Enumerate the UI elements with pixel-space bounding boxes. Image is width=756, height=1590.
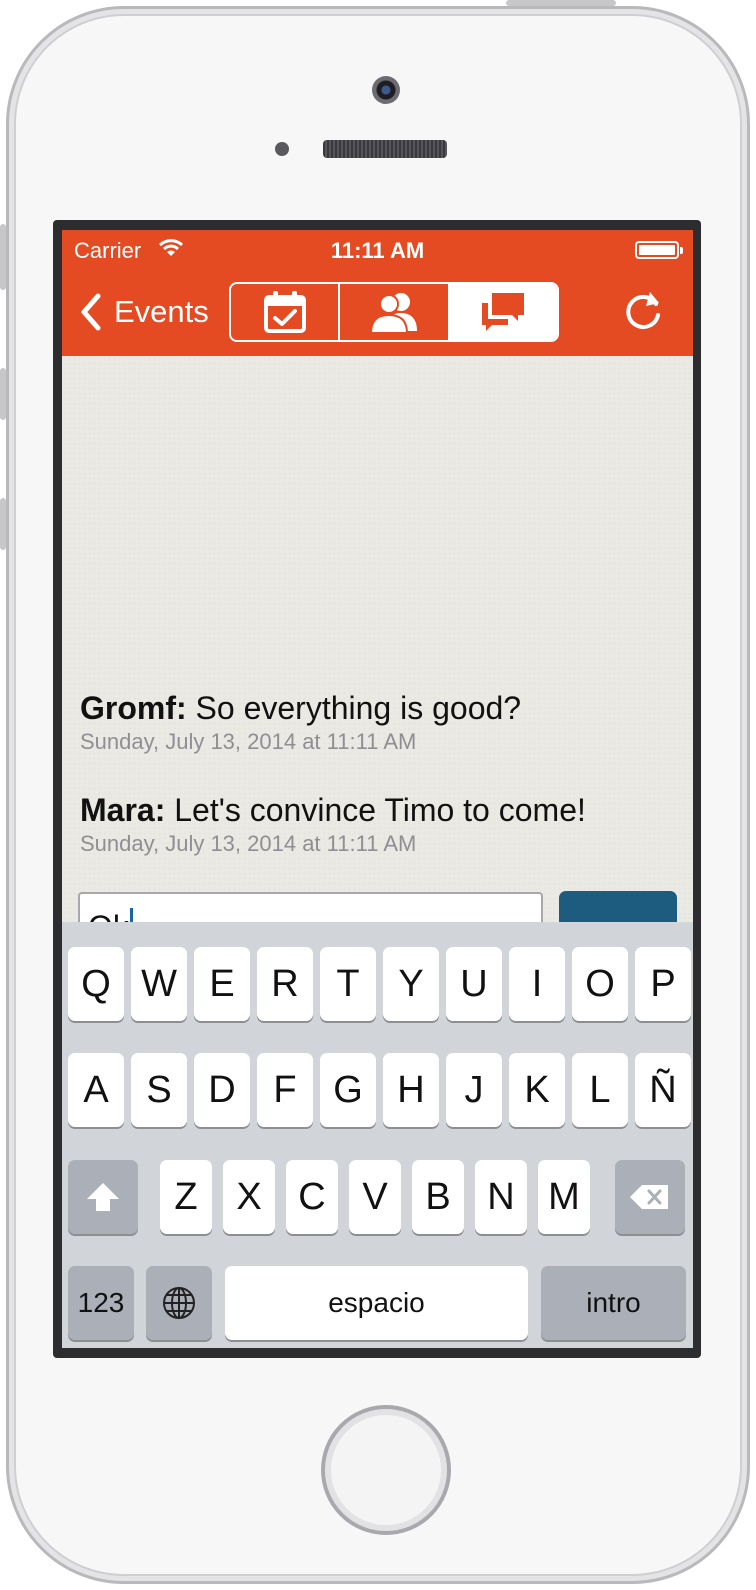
key-k[interactable]: K: [509, 1053, 565, 1127]
key-h[interactable]: H: [383, 1053, 439, 1127]
key-n-tilde[interactable]: Ñ: [635, 1053, 691, 1127]
backspace-key[interactable]: [615, 1160, 685, 1234]
key-d[interactable]: D: [194, 1053, 250, 1127]
key-e[interactable]: E: [194, 947, 250, 1021]
proximity-sensor: [275, 142, 289, 156]
section-segmented-control: [229, 282, 559, 342]
key-s[interactable]: S: [131, 1053, 187, 1127]
message-timestamp: Sunday, July 13, 2014 at 11:11 AM: [80, 831, 417, 856]
key-b[interactable]: B: [412, 1160, 464, 1234]
key-z[interactable]: Z: [160, 1160, 212, 1234]
message-text: Let's convince Timo to come!: [165, 792, 586, 828]
back-button-label: Events: [114, 294, 209, 329]
numbers-key[interactable]: 123: [68, 1266, 134, 1340]
key-p[interactable]: P: [635, 947, 691, 1021]
key-w[interactable]: W: [131, 947, 187, 1021]
key-l[interactable]: L: [572, 1053, 628, 1127]
key-a[interactable]: A: [68, 1053, 124, 1127]
navigation-bar: Carrier 11:11 AM Events: [62, 230, 693, 356]
chevron-left-icon: [81, 293, 101, 331]
key-g[interactable]: G: [320, 1053, 376, 1127]
message-author: Mara:: [80, 792, 166, 828]
key-f[interactable]: F: [257, 1053, 313, 1127]
home-button[interactable]: [321, 1405, 451, 1535]
shift-arrow-icon: [87, 1183, 119, 1211]
key-o[interactable]: O: [572, 947, 628, 1021]
people-icon: [369, 293, 417, 334]
key-t[interactable]: T: [320, 947, 376, 1021]
volume-up-button[interactable]: [0, 368, 6, 420]
keyboard: Q W E R T Y U I O P A S D F G H J K L Ñ …: [62, 922, 693, 1348]
silent-switch[interactable]: [0, 224, 6, 290]
key-j[interactable]: J: [446, 1053, 502, 1127]
chat-bubbles-icon: [482, 293, 525, 331]
app-display: Carrier 11:11 AM Events Gromf: So everyt…: [62, 230, 693, 1348]
volume-down-button[interactable]: [0, 498, 6, 550]
chat-message: Gromf: So everything is good? Sunday, Ju…: [80, 690, 521, 755]
key-v[interactable]: V: [349, 1160, 401, 1234]
message-timestamp: Sunday, July 13, 2014 at 11:11 AM: [80, 729, 417, 754]
space-key[interactable]: espacio: [225, 1266, 528, 1340]
battery-icon: [635, 241, 683, 259]
key-y[interactable]: Y: [383, 947, 439, 1021]
shift-key[interactable]: [68, 1160, 138, 1234]
status-time: 11:11 AM: [330, 238, 425, 263]
key-q[interactable]: Q: [68, 947, 124, 1021]
refresh-icon[interactable]: [620, 288, 666, 334]
chat-message: Mara: Let's convince Timo to come! Sunda…: [80, 792, 586, 857]
globe-key[interactable]: [146, 1266, 212, 1340]
message-text: So everything is good?: [186, 690, 522, 726]
key-i[interactable]: I: [509, 947, 565, 1021]
key-c[interactable]: C: [286, 1160, 338, 1234]
earpiece-speaker: [323, 140, 447, 158]
backspace-icon: [630, 1185, 668, 1209]
globe-icon: [163, 1287, 195, 1319]
chat-area: Gromf: So everything is good? Sunday, Ju…: [62, 356, 693, 1033]
message-author: Gromf:: [80, 690, 187, 726]
tab-chat[interactable]: [447, 284, 557, 340]
back-button[interactable]: Events: [76, 288, 209, 336]
key-r[interactable]: R: [257, 947, 313, 1021]
calendar-check-icon: [263, 291, 306, 333]
return-key[interactable]: intro: [541, 1266, 686, 1340]
front-camera: [372, 76, 400, 104]
key-m[interactable]: M: [538, 1160, 590, 1234]
tab-calendar[interactable]: [231, 284, 338, 340]
tab-people[interactable]: [338, 284, 447, 340]
key-n[interactable]: N: [475, 1160, 527, 1234]
key-u[interactable]: U: [446, 947, 502, 1021]
power-button[interactable]: [506, 0, 616, 6]
key-x[interactable]: X: [223, 1160, 275, 1234]
